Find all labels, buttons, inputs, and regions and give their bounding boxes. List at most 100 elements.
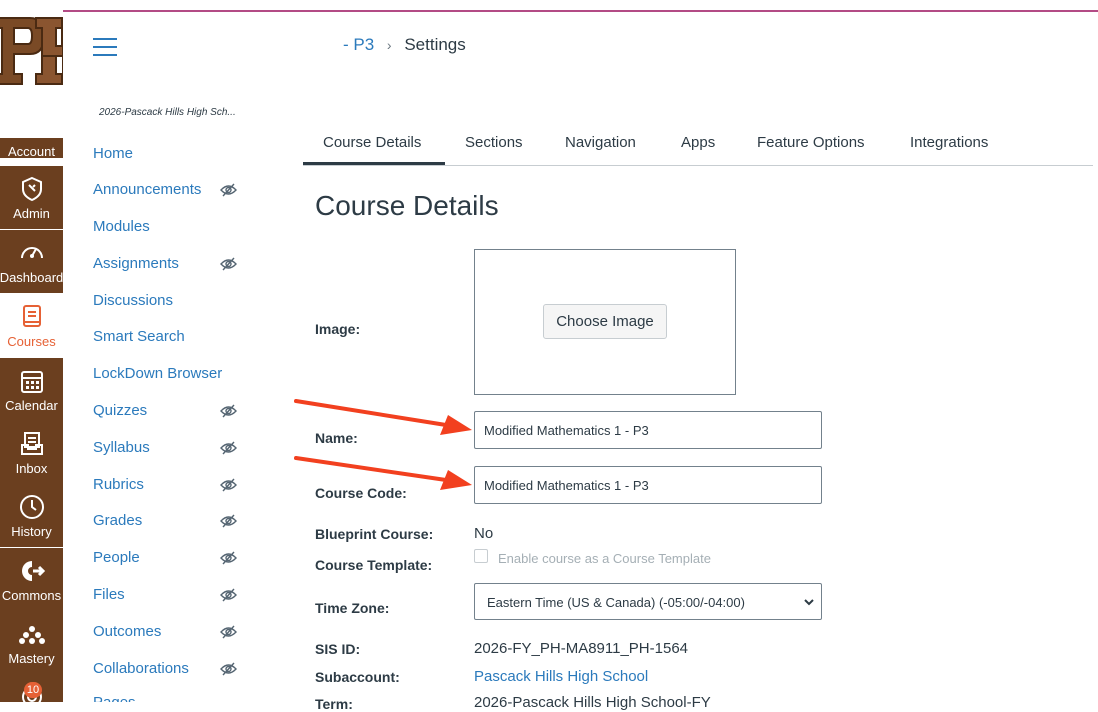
annotation-arrow-course-code: [294, 456, 472, 490]
subaccount-label: Subaccount:: [315, 669, 400, 685]
hidden-eye-icon: [220, 441, 237, 455]
course-nav-label: Pages: [93, 694, 136, 702]
history-clock-icon: [19, 495, 44, 519]
dashboard-gauge-icon: [20, 247, 43, 259]
inbox-icon: [20, 432, 43, 455]
hidden-eye-icon: [220, 588, 237, 602]
hidden-eye-icon: [220, 478, 237, 492]
course-nav-files[interactable]: Files: [93, 586, 243, 610]
mastery-dots-icon: [18, 626, 45, 644]
courses-book-icon: [22, 305, 41, 327]
tab-navigation[interactable]: Navigation: [565, 134, 636, 151]
school-logo[interactable]: [0, 14, 63, 92]
tab-apps[interactable]: Apps: [681, 134, 715, 151]
global-nav-label: Mastery: [8, 651, 55, 666]
course-nav-quizzes[interactable]: Quizzes: [93, 402, 243, 426]
course-nav-label: Rubrics: [93, 476, 144, 493]
course-name: 2026-Pascack Hills High Sch...: [99, 107, 236, 118]
tab-course-details[interactable]: Course Details: [323, 134, 421, 151]
hidden-eye-icon: [220, 257, 237, 271]
course-nav-collaborations[interactable]: Collaborations: [93, 660, 243, 684]
course-nav-label: Quizzes: [93, 402, 148, 419]
global-nav-label: Inbox: [15, 461, 48, 476]
global-nav-account[interactable]: Account: [0, 138, 63, 159]
term-label: Term:: [315, 696, 353, 712]
breadcrumb: - P3 › Settings: [343, 35, 466, 55]
subaccount-link[interactable]: Pascack Hills High School: [474, 668, 648, 685]
course-nav-label: Files: [93, 586, 125, 603]
page-title: Course Details: [315, 190, 499, 221]
global-nav-help[interactable]: 10: [0, 674, 63, 702]
course-nav-label: Discussions: [93, 292, 174, 309]
course-nav-home[interactable]: Home: [93, 145, 243, 169]
global-nav-inbox[interactable]: Inbox: [0, 421, 63, 484]
course-nav-label: Home: [93, 145, 134, 162]
time-zone-selected-value: Eastern Time (US & Canada) (-05:00/-04:0…: [487, 595, 745, 610]
global-nav-commons[interactable]: Commons: [0, 548, 63, 611]
tab-feature-options[interactable]: Feature Options: [757, 134, 865, 151]
chevron-down-icon: [804, 599, 814, 606]
course-nav-label: Syllabus: [93, 439, 150, 456]
admin-shield-icon: [21, 176, 42, 202]
global-nav: Account Admin Dashboard Courses Calendar…: [0, 0, 63, 702]
tab-sections[interactable]: Sections: [465, 134, 523, 151]
course-nav-pages[interactable]: Pages: [93, 690, 243, 702]
tab-integrations[interactable]: Integrations: [910, 134, 988, 151]
image-label: Image:: [315, 321, 361, 337]
course-nav-people[interactable]: People: [93, 549, 243, 573]
global-nav-courses[interactable]: Courses: [0, 294, 63, 357]
time-zone-label: Time Zone:: [315, 600, 390, 616]
notification-badge: 10: [24, 682, 42, 698]
blueprint-value: No: [474, 525, 494, 542]
annotation-arrow-name: [294, 399, 472, 435]
term-value: 2026-Pascack Hills High School-FY: [474, 694, 711, 711]
global-nav-label: Admin: [13, 206, 50, 221]
course-nav-grades[interactable]: Grades: [93, 512, 243, 536]
sis-id-value: 2026-FY_PH-MA8911_PH-1564: [474, 640, 689, 657]
breadcrumb-separator: ›: [386, 37, 392, 53]
hidden-eye-icon: [220, 404, 237, 418]
course-nav-label: Smart Search: [93, 328, 185, 345]
course-code-input[interactable]: [474, 466, 822, 504]
top-accent-line: [62, 10, 1098, 12]
choose-image-button[interactable]: Choose Image: [543, 304, 667, 339]
global-nav-label: History: [11, 524, 52, 539]
breadcrumb-course-link[interactable]: - P3: [343, 35, 374, 54]
hidden-eye-icon: [220, 662, 237, 676]
course-name-input[interactable]: [474, 411, 822, 449]
global-nav-admin[interactable]: Admin: [0, 166, 63, 229]
global-nav-label: Dashboard: [0, 270, 63, 285]
active-tab-indicator: [303, 162, 445, 165]
global-nav-calendar[interactable]: Calendar: [0, 358, 63, 421]
time-zone-select[interactable]: Eastern Time (US & Canada) (-05:00/-04:0…: [474, 583, 822, 620]
course-nav-label: Modules: [93, 218, 150, 235]
hidden-eye-icon: [220, 514, 237, 528]
hidden-eye-icon: [220, 551, 237, 565]
course-nav-smart-search[interactable]: Smart Search: [93, 328, 243, 352]
global-nav-dashboard[interactable]: Dashboard: [0, 230, 63, 293]
global-nav-mastery[interactable]: Mastery: [0, 611, 63, 674]
sis-id-label: SIS ID:: [315, 641, 361, 657]
course-nav-rubrics[interactable]: Rubrics: [93, 476, 243, 500]
course-nav-label: People: [93, 549, 140, 566]
global-nav-label: Calendar: [5, 398, 58, 413]
hidden-eye-icon: [220, 183, 237, 197]
course-nav-label: Grades: [93, 512, 143, 529]
course-nav-label: Announcements: [93, 181, 202, 198]
blueprint-label: Blueprint Course:: [315, 526, 434, 542]
global-nav-history[interactable]: History: [0, 484, 63, 547]
course-nav-announcements[interactable]: Announcements: [93, 181, 243, 205]
hamburger-menu-button[interactable]: [93, 38, 117, 56]
course-nav-outcomes[interactable]: Outcomes: [93, 623, 243, 647]
global-nav-label: Account: [8, 144, 55, 159]
global-nav-label: Courses: [7, 334, 56, 349]
course-nav-assignments[interactable]: Assignments: [93, 255, 243, 279]
course-nav-syllabus[interactable]: Syllabus: [93, 439, 243, 463]
course-template-checkbox-label: Enable course as a Course Template: [498, 551, 711, 566]
course-nav-discussions[interactable]: Discussions: [93, 292, 243, 316]
course-nav-modules[interactable]: Modules: [93, 218, 243, 242]
course-template-label: Course Template:: [315, 557, 433, 573]
course-nav-label: Assignments: [93, 255, 179, 272]
course-nav-lockdown-browser[interactable]: LockDown Browser: [93, 365, 243, 389]
course-template-checkbox[interactable]: [474, 549, 488, 563]
